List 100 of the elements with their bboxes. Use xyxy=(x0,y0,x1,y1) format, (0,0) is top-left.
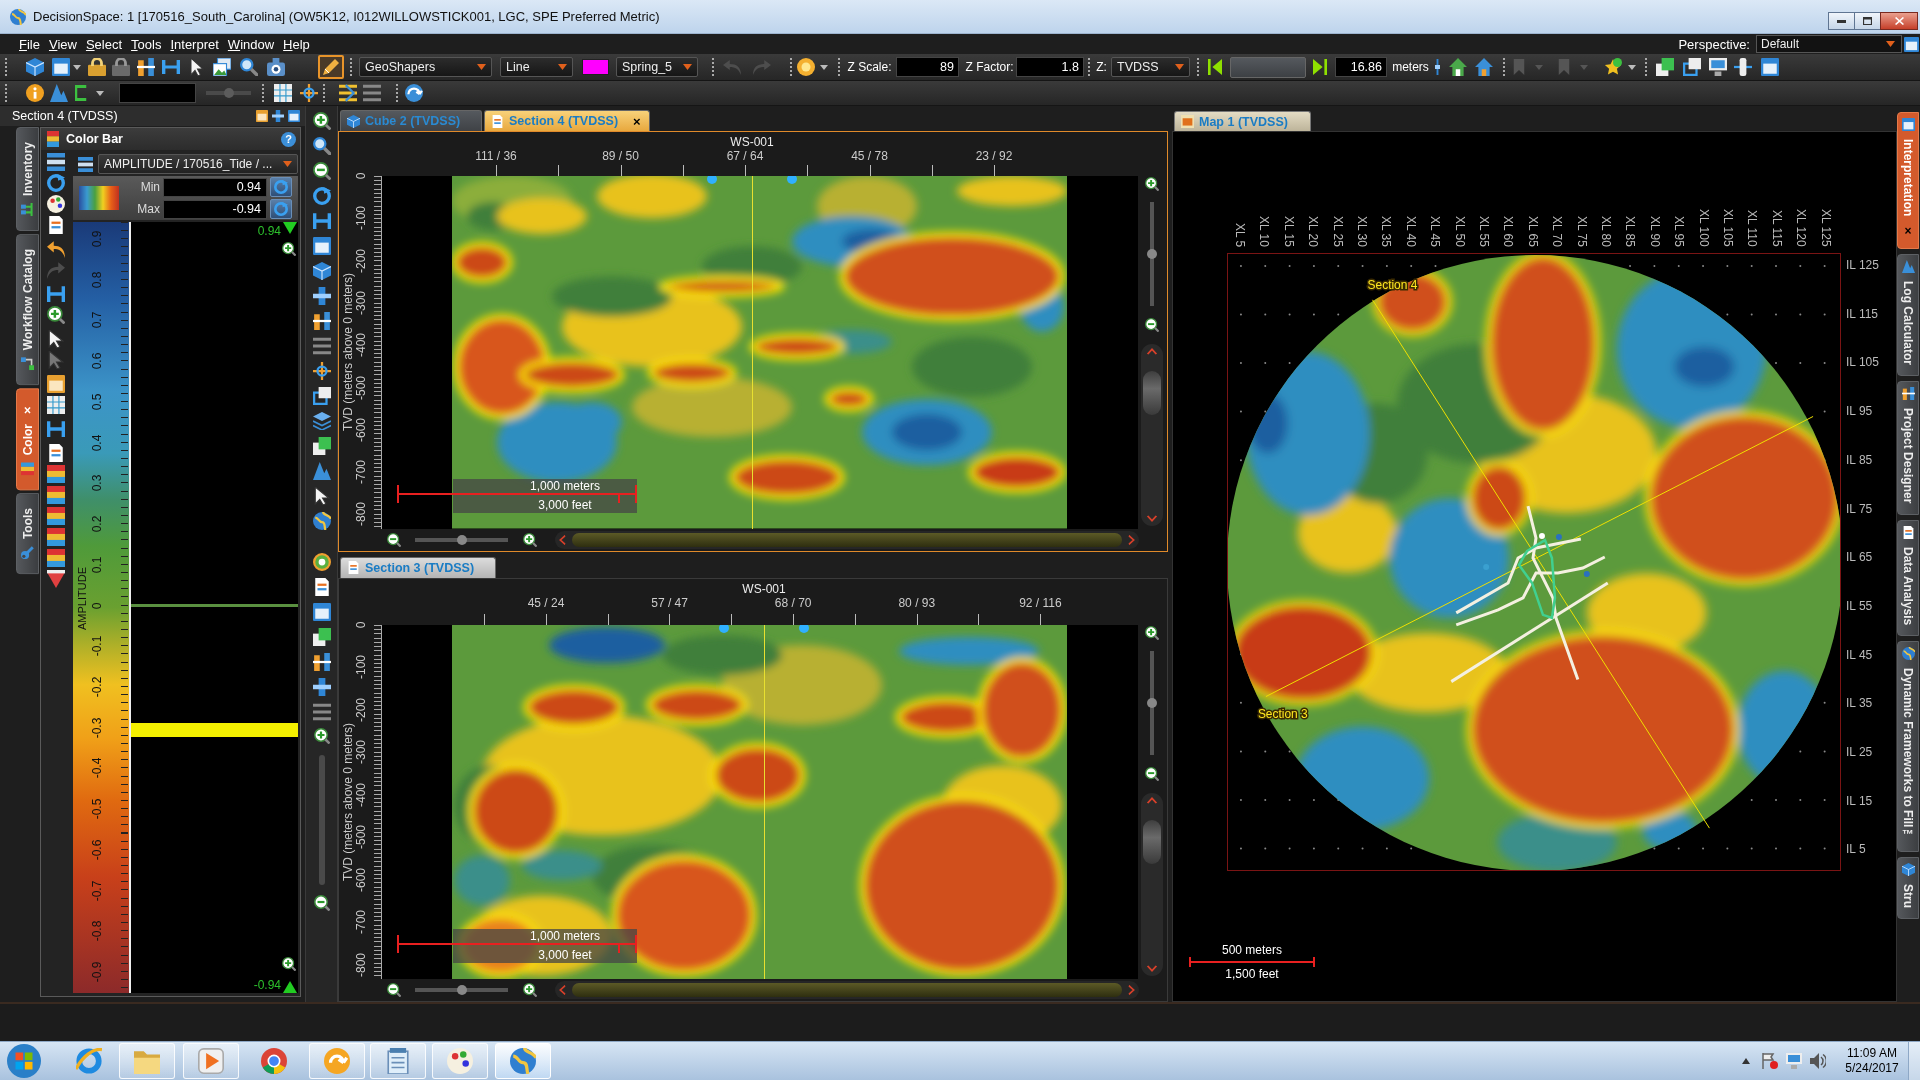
side-tab[interactable]: Color × xyxy=(16,388,39,491)
crosshair-icon[interactable] xyxy=(312,362,331,380)
z-domain-dropdown[interactable]: TVDSS xyxy=(1111,57,1190,77)
window-icon[interactable] xyxy=(312,237,331,255)
zoom-out-icon[interactable] xyxy=(312,162,331,180)
lock-icon[interactable] xyxy=(88,58,106,76)
menu-item[interactable]: Help xyxy=(279,35,314,53)
zoom-out-icon[interactable] xyxy=(1144,318,1159,332)
menu-item[interactable]: Select xyxy=(81,35,127,53)
color-stripes-icon[interactable] xyxy=(47,486,65,504)
funnel-icon[interactable] xyxy=(47,570,65,588)
marker-icon[interactable] xyxy=(272,110,284,122)
refresh-icon[interactable] xyxy=(312,187,331,205)
side-tab[interactable]: Project Designer xyxy=(1897,381,1919,515)
zoom-in-icon[interactable] xyxy=(312,112,331,130)
search-icon[interactable] xyxy=(240,58,258,76)
color-map-dropdown[interactable]: Spring_5 xyxy=(616,57,698,77)
zoom-out-icon[interactable] xyxy=(387,532,401,547)
shape-set-dropdown[interactable]: GeoShapers xyxy=(359,57,492,77)
slider-thumb[interactable] xyxy=(456,534,467,545)
cube-icon[interactable] xyxy=(26,58,44,76)
z-factor-field[interactable]: 1.8 xyxy=(1016,57,1084,77)
bars-icon[interactable] xyxy=(137,58,155,76)
caret-up-icon[interactable] xyxy=(1742,1058,1750,1064)
list-icon[interactable] xyxy=(78,156,93,172)
color-swatch-icon[interactable] xyxy=(582,59,609,75)
tab[interactable]: Section 4 (TVDSS) × xyxy=(484,110,650,131)
taskbar-app-button[interactable] xyxy=(432,1043,488,1079)
taskbar-app-button[interactable] xyxy=(495,1043,551,1079)
close-button[interactable]: × xyxy=(1904,224,1912,239)
window-icon[interactable] xyxy=(312,603,331,621)
max-field[interactable]: -0.94 xyxy=(163,199,267,219)
zoom-slider-track[interactable] xyxy=(318,755,325,885)
scroll-thumb[interactable] xyxy=(1142,819,1161,864)
camera-icon[interactable] xyxy=(267,58,285,76)
z-scale-field[interactable]: 89 xyxy=(896,57,959,77)
star-icon[interactable] xyxy=(1604,58,1622,76)
frame-field[interactable] xyxy=(1230,56,1306,78)
lines-icon[interactable] xyxy=(363,84,381,102)
caret-icon[interactable] xyxy=(73,64,81,70)
crosshair-icon[interactable] xyxy=(300,84,318,102)
zoom-out-icon[interactable] xyxy=(1144,766,1159,781)
pictures-icon[interactable] xyxy=(213,58,231,76)
peaks-icon[interactable] xyxy=(50,84,68,102)
menu-item[interactable]: View xyxy=(44,35,81,53)
chevron-right-icon[interactable] xyxy=(1128,534,1135,545)
document-icon[interactable] xyxy=(47,444,65,462)
side-tab[interactable]: Workflow Catalog xyxy=(16,234,39,386)
menu-item[interactable]: Window xyxy=(223,35,279,53)
side-tab[interactable]: Tools xyxy=(16,493,39,575)
window-icon[interactable] xyxy=(1904,36,1919,52)
slider-thumb[interactable] xyxy=(1146,697,1157,708)
caret-icon[interactable] xyxy=(1628,64,1636,70)
perspective-dropdown[interactable]: Default xyxy=(1756,35,1902,53)
frames-icon[interactable] xyxy=(312,387,331,405)
close-button[interactable]: × xyxy=(24,403,31,418)
lines-icon[interactable] xyxy=(339,84,357,102)
input-field[interactable] xyxy=(119,83,196,103)
document-icon[interactable] xyxy=(312,578,331,596)
caret-icon[interactable] xyxy=(96,90,104,96)
zoom-in-icon[interactable] xyxy=(1144,177,1159,191)
zoom-in-icon[interactable] xyxy=(313,728,330,744)
step-back-icon[interactable] xyxy=(1208,59,1222,75)
attribute-dropdown[interactable]: AMPLITUDE / 170516_Tide / ... xyxy=(98,154,298,174)
zoom-in-icon[interactable] xyxy=(282,242,296,256)
home-icon[interactable] xyxy=(1475,58,1493,76)
bars-icon[interactable] xyxy=(312,312,331,330)
measure-icon[interactable] xyxy=(312,212,331,230)
zoom-in-icon[interactable] xyxy=(282,957,296,971)
taskbar-app-button[interactable] xyxy=(183,1043,239,1079)
slider-icon[interactable] xyxy=(1734,58,1752,76)
slider-thumb[interactable] xyxy=(456,985,467,995)
info-icon[interactable] xyxy=(26,84,44,102)
caret-icon[interactable] xyxy=(820,64,828,70)
horizontal-scrollbar[interactable] xyxy=(555,530,1139,549)
marker-icon[interactable] xyxy=(1434,59,1440,75)
chevron-down-icon[interactable] xyxy=(1146,514,1157,522)
undo-icon[interactable] xyxy=(47,240,65,258)
handle-icon[interactable] xyxy=(283,981,297,993)
zoom-in-icon[interactable] xyxy=(523,532,537,547)
zoom-in-icon[interactable] xyxy=(1144,625,1159,640)
handle-icon[interactable] xyxy=(283,222,297,234)
lines-icon[interactable] xyxy=(312,337,331,355)
maximize-button[interactable] xyxy=(1854,12,1881,30)
document-icon[interactable] xyxy=(47,216,65,234)
sun-icon[interactable] xyxy=(797,58,815,76)
close-button[interactable] xyxy=(1880,12,1918,30)
horizontal-scrollbar[interactable] xyxy=(555,981,1139,999)
target-icon[interactable] xyxy=(312,553,331,571)
line-style-dropdown[interactable]: Line xyxy=(500,57,573,77)
peaks-icon[interactable] xyxy=(312,462,331,480)
refresh-icon[interactable] xyxy=(47,174,65,192)
globe-icon[interactable] xyxy=(312,512,331,530)
side-tab[interactable]: Interpretation × xyxy=(1897,112,1919,250)
lines-icon[interactable] xyxy=(312,703,331,721)
chevron-left-icon[interactable] xyxy=(559,985,566,995)
marker-icon[interactable] xyxy=(312,287,331,305)
menu-item[interactable]: File xyxy=(15,35,44,53)
vertical-scrollbar[interactable] xyxy=(1140,792,1163,976)
refresh-button[interactable] xyxy=(270,177,292,197)
